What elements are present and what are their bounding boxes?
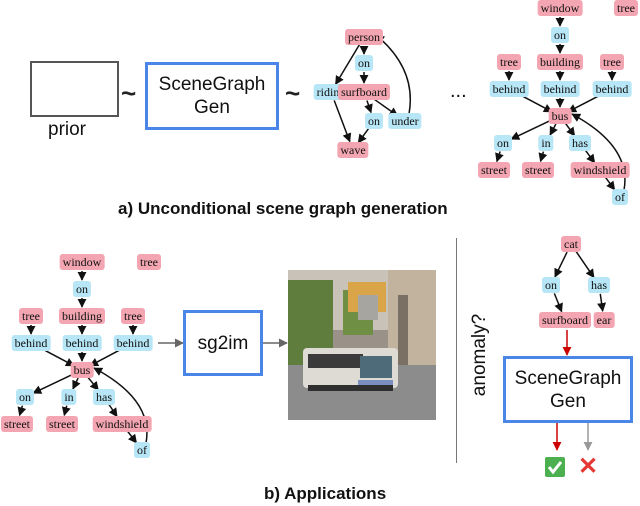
object-node-bus: bus: [70, 362, 94, 378]
object-node-person: person: [345, 29, 383, 45]
generator-label-line2: Gen: [550, 390, 586, 412]
edge-on2-to-street1: [17, 405, 27, 417]
edge-has-to-ear: [597, 293, 607, 312]
relation-node-of: of: [134, 442, 150, 458]
scenegraph-gen-box: SceneGraph Gen: [145, 62, 279, 130]
relation-node-on: on: [355, 55, 373, 71]
edge-on2-to-street1: [495, 151, 504, 163]
generator-label-line1: SceneGraph: [514, 367, 622, 389]
cross-mark-icon: ✕: [578, 453, 599, 480]
edge-bus-to-in: [549, 123, 558, 136]
sg2im-label: sg2im: [197, 332, 249, 354]
edge-windshield-to-of: [604, 176, 616, 191]
edge-riding-to-wave: [333, 100, 352, 143]
edge-in-to-street2: [538, 151, 548, 163]
section-divider: [456, 238, 457, 463]
edge-in-to-street2: [61, 405, 71, 417]
relation-node-in: in: [61, 389, 77, 405]
sg2im-box: sg2im: [183, 310, 263, 376]
object-node-tree: tree: [600, 54, 624, 70]
scenegraph-gen-box-anomaly: SceneGraph Gen: [503, 356, 633, 423]
edge-cat-to-has: [575, 251, 595, 279]
edge-of-to-bus: [571, 113, 626, 191]
edge-on-to-surfboard: [553, 293, 563, 313]
edge-windshield-to-of: [126, 430, 138, 444]
relation-node-has: has: [93, 389, 115, 405]
relation-node-on: on: [16, 389, 34, 405]
object-node-window: window: [59, 254, 105, 270]
relation-node-of: of: [612, 189, 628, 205]
object-node-surfboard: surfboard: [539, 312, 591, 328]
ellipsis: ...: [450, 80, 467, 102]
relation-node-has: has: [569, 135, 591, 151]
generator-label-line2: Gen: [194, 97, 230, 118]
relation-node-on: on: [542, 277, 560, 293]
object-node-windshield: windshield: [570, 162, 630, 178]
object-node-tree: tree: [19, 308, 43, 324]
object-node-window: window: [537, 0, 583, 16]
relation-node-behind: behind: [113, 335, 153, 351]
object-node-street: street: [522, 162, 554, 178]
object-node-tree: tree: [497, 54, 521, 70]
caption-b: b) Applications: [264, 484, 387, 503]
check-mark-icon: [545, 457, 565, 477]
anomaly-label: anomaly?: [469, 313, 490, 397]
edge-bus-to-has: [564, 122, 576, 137]
tilde-symbol: ~: [285, 78, 301, 108]
edge-has-to-windshield: [584, 149, 596, 164]
relation-node-behind: behind: [489, 81, 529, 97]
object-node-bus: bus: [548, 108, 572, 124]
generator-label-line1: SceneGraph: [158, 74, 266, 95]
prior-label: prior: [48, 119, 87, 140]
generated-image: [288, 270, 436, 420]
object-node-surfboard: surfboard: [338, 84, 390, 100]
object-node-ear: ear: [593, 312, 615, 328]
object-node-building: building: [536, 54, 584, 70]
edge-surfboard-to-on2: [364, 100, 373, 114]
relation-node-behind: behind: [11, 335, 51, 351]
object-node-street: street: [46, 416, 78, 432]
edge-on2-to-wave: [357, 127, 370, 144]
edge-cat-to-on: [554, 251, 568, 278]
relation-node-behind: behind: [540, 81, 580, 97]
tilde-symbol: ~: [121, 78, 137, 108]
relation-node-behind: behind: [62, 335, 102, 351]
relation-node-behind: behind: [592, 81, 632, 97]
generated-street-scene: [288, 270, 436, 420]
relation-node-on: on: [365, 113, 383, 129]
object-node-wave: wave: [337, 142, 369, 158]
object-node-tree: tree: [121, 308, 145, 324]
relation-node-on: on: [73, 281, 91, 297]
relation-node-on: on: [494, 135, 512, 151]
object-node-building: building: [58, 308, 106, 324]
edge-bus-to-in: [72, 377, 81, 390]
relation-node-on: on: [551, 27, 569, 43]
relation-node-under: under: [388, 113, 422, 129]
caption-a: a) Unconditional scene graph generation: [118, 199, 448, 218]
object-node-tree: tree: [137, 254, 161, 270]
prior-distribution-box: [30, 61, 119, 117]
relation-node-in: in: [538, 135, 554, 151]
object-node-street: street: [478, 162, 510, 178]
object-node-cat: cat: [561, 236, 581, 252]
object-node-tree: tree: [614, 0, 638, 16]
relation-node-has: has: [588, 277, 610, 293]
edge-has-to-windshield: [108, 404, 118, 418]
edge-under-to-person: [375, 34, 411, 115]
object-node-windshield: windshield: [92, 416, 152, 432]
object-node-street: street: [1, 416, 33, 432]
